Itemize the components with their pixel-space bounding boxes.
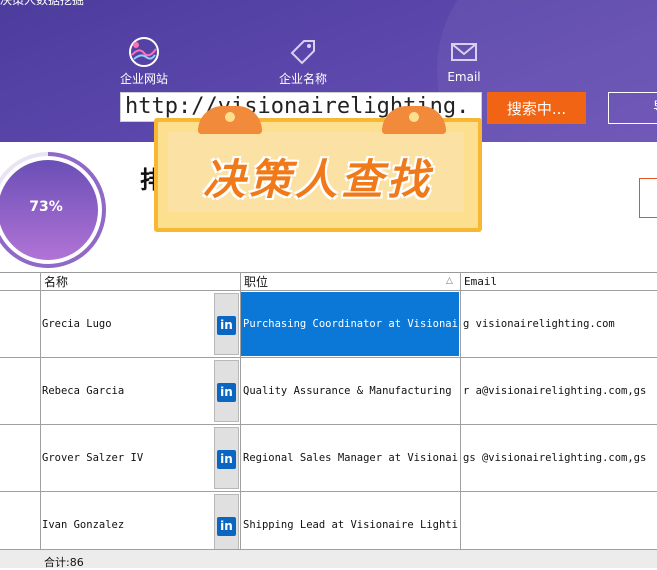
table-row-name[interactable]: Grecia Lugo: [42, 318, 212, 330]
linkedin-icon: in: [217, 316, 236, 335]
total-count: 合计:86: [44, 556, 84, 569]
table-row-name[interactable]: Rebeca Garcia: [42, 385, 212, 397]
linkedin-button[interactable]: in: [214, 427, 239, 489]
mail-icon: [429, 34, 499, 70]
linkedin-icon: in: [217, 450, 236, 469]
table-row-position[interactable]: Regional Sales Manager at Visionaire: [243, 452, 458, 464]
nav-email[interactable]: Email: [429, 34, 499, 84]
tag-icon: [268, 34, 338, 70]
overlay-banner: 决策人查找: [154, 106, 482, 232]
progress-text: 73%: [29, 199, 63, 215]
column-header-position[interactable]: 职位: [244, 273, 268, 291]
nav-company-website[interactable]: 企业网站: [109, 34, 179, 87]
nav-label: Email: [447, 70, 481, 84]
app-title: 决策人数据挖掘: [0, 0, 85, 7]
table-row-position[interactable]: Purchasing Coordinator at Visionaire: [243, 318, 458, 330]
table-row-name[interactable]: Grover Salzer IV: [42, 452, 212, 464]
linkedin-icon: in: [217, 383, 236, 402]
column-header-email[interactable]: Email: [464, 273, 497, 291]
search-button[interactable]: 搜索中...: [487, 92, 586, 124]
table-row-position[interactable]: Shipping Lead at Visionaire Lighting: [243, 519, 458, 531]
table-row-email[interactable]: gs @visionairelighting.com,gs: [463, 452, 657, 464]
export-button[interactable]: 导: [608, 92, 657, 124]
linkedin-button[interactable]: in: [214, 293, 239, 355]
linkedin-button[interactable]: in: [214, 360, 239, 422]
nav-label: 企业网站: [119, 72, 168, 86]
column-header-name[interactable]: 名称: [44, 273, 68, 291]
divider: [460, 272, 461, 549]
globe-icon: [109, 34, 179, 70]
divider: [0, 290, 657, 291]
nav-label: 企业名称: [278, 72, 327, 86]
linkedin-icon: in: [217, 517, 236, 536]
table-row-name[interactable]: Ivan Gonzalez: [42, 519, 212, 531]
sort-asc-icon[interactable]: △: [446, 276, 453, 286]
linkedin-button[interactable]: in: [214, 494, 239, 556]
table-row-position[interactable]: Quality Assurance & Manufacturing Eng: [243, 385, 458, 397]
table-row-email[interactable]: g visionairelighting.com: [463, 318, 657, 330]
side-button-frame[interactable]: [639, 178, 657, 218]
divider: [0, 424, 657, 425]
table-row-email[interactable]: r a@visionairelighting.com,gs: [463, 385, 657, 397]
banner-title: 决策人查找: [202, 155, 433, 204]
nav-company-name[interactable]: 企业名称: [268, 34, 338, 87]
footer-total: 合计:86: [0, 549, 657, 569]
divider: [0, 357, 657, 358]
banner-tab: [198, 106, 262, 134]
divider: [0, 491, 657, 492]
divider: [40, 272, 41, 549]
banner-tab: [382, 106, 446, 134]
